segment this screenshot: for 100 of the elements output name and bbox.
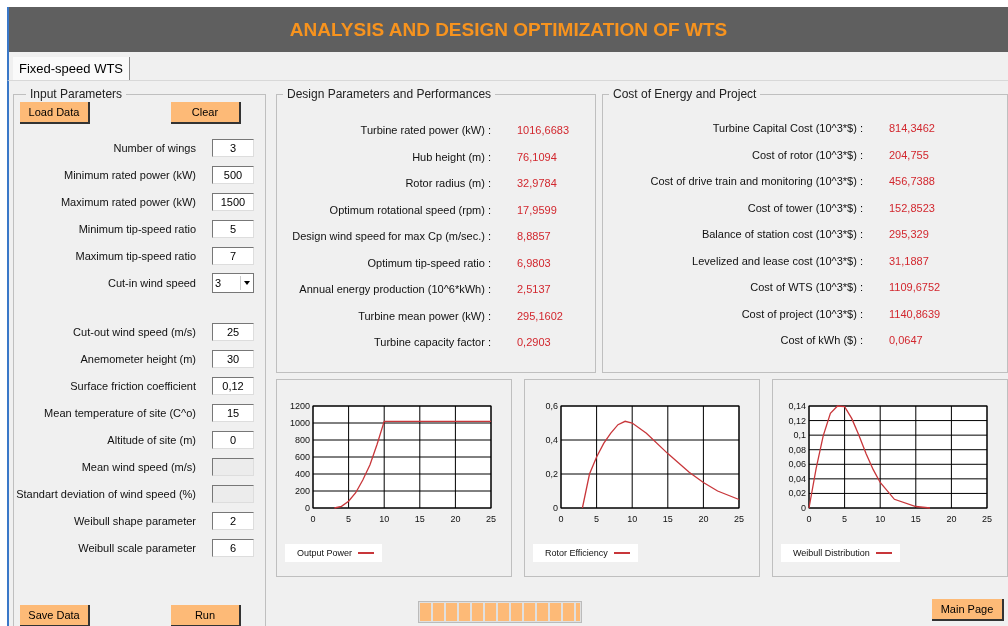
- tick-label: 5: [594, 514, 600, 524]
- input-field[interactable]: 3: [212, 138, 254, 157]
- result-label: Design wind speed for max Cp (m/sec.) :: [291, 230, 491, 243]
- result-value: 17,9599: [517, 203, 557, 216]
- result-label: Cost of WTS (10^3*$) :: [749, 281, 863, 294]
- tick-label: 15: [414, 514, 425, 524]
- panel-title: Input Parameters: [29, 87, 124, 101]
- field-label: Weibull scale parameter: [77, 541, 196, 554]
- result-label: Annual energy production (10^6*kWh) :: [298, 283, 491, 296]
- action-button[interactable]: Run: [171, 605, 241, 626]
- tick-label: 0: [553, 503, 558, 513]
- legend-label: Weibull Distribution: [793, 548, 870, 558]
- field-label: Altitude of site (m): [106, 433, 196, 446]
- tick-label: 5: [346, 514, 352, 524]
- tick-label: 25: [982, 514, 992, 524]
- field-label: Number of wings: [112, 141, 196, 154]
- result-value: 295,1602: [517, 309, 563, 322]
- result-value: 76,1094: [517, 150, 557, 163]
- tick-label: 200: [294, 486, 310, 496]
- tick-label: 0,04: [788, 473, 806, 484]
- result-label: Cost of kWh ($) :: [779, 334, 863, 347]
- result-label: Balance of station cost (10^3*$) :: [700, 228, 863, 241]
- tick-label: 0,08: [788, 444, 806, 455]
- tick-label: 0,6: [545, 401, 558, 411]
- action-button[interactable]: Save Data: [20, 605, 90, 626]
- tick-label: 0,14: [788, 401, 806, 411]
- legend-label: Output Power: [297, 548, 353, 558]
- main-page-button[interactable]: Main Page: [932, 599, 1004, 621]
- result-label: Cost of project (10^3*$) :: [740, 307, 863, 320]
- result-value: 814,3462: [889, 122, 935, 135]
- legend-label: Rotor Efficiency: [545, 548, 608, 558]
- field-label: Maximum tip-speed ratio: [74, 249, 196, 262]
- result-value: 456,7388: [889, 175, 935, 188]
- result-label: Turbine rated power (kW) :: [359, 124, 491, 137]
- tick-label: 0: [305, 503, 310, 513]
- tick-label: 0,4: [545, 435, 558, 445]
- action-button[interactable]: Load Data: [20, 102, 90, 124]
- tick-label: 10: [379, 514, 390, 524]
- result-label: Turbine capacity factor :: [373, 336, 491, 349]
- tick-label: 10: [627, 514, 638, 524]
- tick-label: 600: [294, 452, 310, 462]
- result-value: 31,1887: [889, 254, 929, 267]
- input-field[interactable]: 15: [212, 403, 254, 422]
- result-label: Optimum rotational speed (rpm) :: [328, 203, 491, 216]
- result-value: 6,9803: [517, 256, 551, 269]
- field-label: Cut-in wind speed: [106, 276, 196, 289]
- field-label: Minimum tip-speed ratio: [77, 222, 196, 235]
- tick-label: 0: [558, 514, 564, 524]
- app-title: ANALYSIS AND DESIGN OPTIMIZATION OF WTS: [289, 18, 728, 41]
- result-label: Levelized and lease cost (10^3*$) :: [691, 254, 863, 267]
- tick-label: 1000: [289, 418, 310, 428]
- result-value: 1109,6752: [889, 281, 941, 294]
- tick-label: 25: [486, 514, 496, 524]
- tick-label: 0,06: [788, 459, 806, 470]
- tick-label: 10: [875, 514, 886, 524]
- tick-label: 15: [910, 514, 921, 524]
- input-field[interactable]: 6: [212, 538, 254, 557]
- tick-label: 20: [450, 514, 461, 524]
- tick-label: 20: [698, 514, 709, 524]
- field-label: Mean temperature of site (C^o): [43, 406, 196, 419]
- input-field[interactable]: 30: [212, 349, 254, 368]
- field-label: Minimum rated power (kW): [62, 168, 196, 181]
- tick-label: 0: [801, 503, 806, 513]
- tab[interactable]: Fixed-speed WTS: [13, 57, 131, 80]
- result-label: Turbine mean power (kW) :: [357, 309, 491, 322]
- tick-label: 5: [842, 514, 848, 524]
- input-field[interactable]: 0,12: [212, 376, 254, 395]
- tick-label: 15: [662, 514, 673, 524]
- result-label: Rotor radius (m) :: [404, 177, 491, 190]
- panel-title: Cost of Energy and Project: [612, 87, 758, 101]
- result-value: 1016,6683: [517, 124, 569, 137]
- result-label: Cost of tower (10^3*$) :: [746, 201, 863, 214]
- input-field[interactable]: 7: [212, 246, 254, 265]
- caret-icon: [240, 275, 253, 290]
- result-value: 0,0647: [889, 334, 923, 347]
- tick-label: 20: [946, 514, 957, 524]
- field-label: Maximum rated power (kW): [59, 195, 196, 208]
- action-button[interactable]: Clear: [171, 102, 241, 124]
- dropdown[interactable]: 3: [212, 272, 254, 293]
- input-field[interactable]: 1500: [212, 192, 254, 211]
- tick-label: 0: [310, 514, 316, 524]
- field-label: Anemometer height (m): [79, 352, 196, 365]
- field-label: Standart deviation of wind speed (%): [15, 487, 196, 500]
- field-label: Cut-out wind speed (m/s): [72, 325, 196, 338]
- panel-title: Design Parameters and Performances: [286, 87, 493, 101]
- tick-label: 1200: [289, 401, 310, 411]
- tick-label: 0,12: [788, 415, 806, 426]
- result-label: Hub height (m) :: [411, 150, 491, 163]
- result-label: Optimum tip-speed ratio :: [366, 256, 491, 269]
- input-field[interactable]: 0: [212, 430, 254, 449]
- input-field[interactable]: 2: [212, 511, 254, 530]
- tick-label: 25: [734, 514, 744, 524]
- field-label: Surface friction coefficient: [69, 379, 196, 392]
- tick-label: 800: [294, 435, 310, 445]
- input-field[interactable]: 25: [212, 322, 254, 341]
- result-value: 152,8523: [889, 201, 935, 214]
- input-field[interactable]: 500: [212, 165, 254, 184]
- tick-label: 0,2: [545, 469, 558, 479]
- tick-label: 0,1: [793, 430, 806, 441]
- input-field[interactable]: 5: [212, 219, 254, 238]
